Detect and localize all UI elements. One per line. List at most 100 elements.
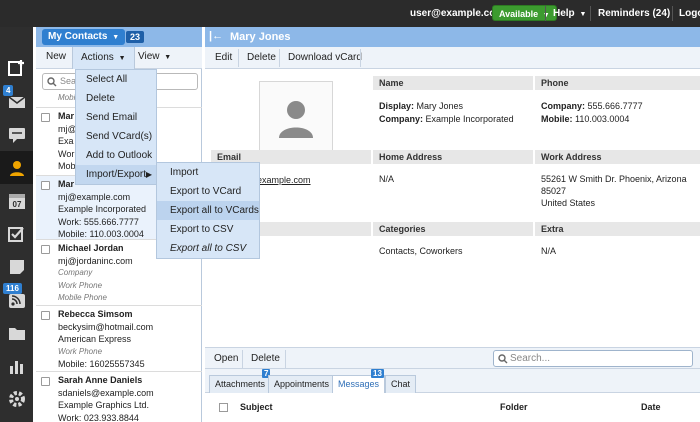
tasks-button[interactable] <box>0 217 33 250</box>
list-toolbar: New Actions ▼ View ▼ <box>36 47 202 69</box>
contact-line: Wor <box>58 148 75 159</box>
divider <box>590 6 591 21</box>
tab-label: Chat <box>391 379 411 389</box>
feeds-button[interactable]: 116 <box>0 283 33 316</box>
phone-mobile-row: Mobile: 110.003.0004 <box>541 113 629 125</box>
phone-mobile-value: 110.003.0004 <box>575 114 630 124</box>
gear-icon <box>8 390 25 407</box>
contact-checkbox[interactable] <box>41 377 50 386</box>
menu-item-send-vcards[interactable]: Send VCard(s) <box>76 127 156 146</box>
contact-checkbox[interactable] <box>41 311 50 320</box>
status-dropdown[interactable]: Available ▼ <box>492 5 557 21</box>
contact-line: Mobile: 16025557345 <box>58 359 145 369</box>
detail-header: |← Mary Jones <box>205 27 700 47</box>
help-menu[interactable]: Help ▼ <box>553 8 586 19</box>
phone-company-value: 555.666.7777 <box>587 101 643 111</box>
tab-chat[interactable]: Chat <box>385 375 417 393</box>
edit-button[interactable]: Edit <box>215 52 232 63</box>
company-row: Company: Example Incorporated <box>379 113 514 125</box>
contact-checkbox[interactable] <box>41 245 50 254</box>
chevron-down-icon: ▼ <box>118 55 126 62</box>
contact-count-badge: 23 <box>126 31 145 43</box>
contacts-button[interactable] <box>0 151 33 184</box>
contact-line: Mobile: 110.003.0004 <box>58 229 144 239</box>
avatar-placeholder-icon <box>279 101 313 138</box>
menu-item-send-email[interactable]: Send Email <box>76 108 156 127</box>
reports-icon <box>9 360 23 374</box>
app-rail: 4 07 116 <box>0 27 33 422</box>
menu-item-export-vcard[interactable]: Export to VCard <box>157 182 259 201</box>
divider <box>545 6 546 21</box>
reports-button[interactable] <box>0 349 33 382</box>
collapse-list-icon[interactable]: |← <box>209 30 223 42</box>
chat-icon <box>8 127 25 143</box>
import-export-submenu: Import Export to VCard Export all to VCa… <box>156 162 260 259</box>
tab-label: Appointments <box>274 379 330 389</box>
column-date[interactable]: Date <box>641 402 661 412</box>
tab-label: Attachments <box>215 379 266 389</box>
menu-item-import-export[interactable]: Import/Export ▶ <box>76 165 156 184</box>
select-all-checkbox[interactable] <box>219 403 228 412</box>
contact-line: Work Phone <box>58 346 103 356</box>
extra-value: N/A <box>541 246 557 256</box>
feeds-badge: 116 <box>3 283 22 294</box>
open-button[interactable]: Open <box>214 353 238 364</box>
phone-company-row: Company: 555.666.7777 <box>541 100 643 112</box>
column-folder[interactable]: Folder <box>500 402 528 412</box>
menu-item-select-all[interactable]: Select All <box>76 70 156 89</box>
tab-attachments[interactable]: Attachments 7 <box>209 369 272 393</box>
phone-field-label: Phone <box>535 76 700 90</box>
calendar-button[interactable]: 07 <box>0 184 33 217</box>
download-vcard-button[interactable]: Download vCard <box>288 52 362 63</box>
delete-contact-button[interactable]: Delete <box>247 52 276 63</box>
reminders-link[interactable]: Reminders (24) <box>598 8 670 19</box>
view-button[interactable]: View ▼ <box>138 51 171 62</box>
contact-line: sdaniels@example.com <box>58 387 154 398</box>
company-value: Example Incorporated <box>425 114 514 124</box>
company-label: Company: <box>379 114 424 124</box>
chevron-right-icon: ▶ <box>145 170 152 179</box>
notes-button[interactable] <box>0 250 33 283</box>
search-placeholder: Sea <box>60 76 77 86</box>
list-header: My Contacts ▼ 23 <box>36 27 202 47</box>
divider <box>672 6 673 21</box>
phone-mobile-label: Mobile: <box>541 114 573 124</box>
chat-button[interactable] <box>0 118 33 151</box>
contact-line: mj@ <box>58 123 77 134</box>
chevron-down-icon: ▼ <box>579 11 587 18</box>
menu-item-delete[interactable]: Delete <box>76 89 156 108</box>
related-tabs: Attachments 7 Appointments Messages 13 Cha… <box>205 369 700 393</box>
menu-item-add-to-outlook[interactable]: Add to Outlook <box>76 146 156 165</box>
list-item[interactable]: Sarah Anne Daniels sdaniels@example.com … <box>36 372 202 422</box>
tab-messages[interactable]: Messages 13 <box>332 369 386 393</box>
mail-button[interactable]: 4 <box>0 85 33 118</box>
files-button[interactable] <box>0 316 33 349</box>
categories-value: Contacts, Coworkers <box>379 246 463 256</box>
tab-appointments[interactable]: Appointments <box>268 375 336 393</box>
contact-checkbox[interactable] <box>41 181 50 190</box>
new-button[interactable]: New <box>46 51 66 62</box>
actions-button[interactable]: Actions ▼ <box>72 47 135 69</box>
folder-label: My Contacts <box>48 31 108 42</box>
search-icon <box>47 77 57 87</box>
settings-button[interactable] <box>0 382 33 415</box>
related-search-input[interactable]: Search... <box>493 350 693 367</box>
work-address-label: Work Address <box>535 150 700 164</box>
compose-button[interactable] <box>0 51 33 84</box>
menu-item-export-all-vcards[interactable]: Export all to VCards <box>157 201 259 220</box>
column-subject[interactable]: Subject <box>240 402 273 412</box>
menu-item-import[interactable]: Import <box>157 163 259 182</box>
contact-checkbox[interactable] <box>41 113 50 122</box>
delete-related-button[interactable]: Delete <box>251 353 280 364</box>
contact-line: Work: 555.666.7777 <box>58 216 139 227</box>
menu-item-export-all-csv[interactable]: Export all to CSV <box>157 239 259 258</box>
chevron-down-icon: ▼ <box>542 12 550 19</box>
logout-link[interactable]: Logout <box>679 8 700 19</box>
detail-title: Mary Jones <box>230 31 291 43</box>
home-address-value: N/A <box>379 174 395 184</box>
email-link[interactable]: example.com <box>257 174 311 186</box>
folder-dropdown[interactable]: My Contacts ▼ <box>42 29 126 45</box>
view-label: View <box>138 51 160 62</box>
list-item[interactable]: Rebecca Simsom beckysim@hotmail.com Amer… <box>36 306 202 372</box>
menu-item-export-csv[interactable]: Export to CSV <box>157 220 259 239</box>
